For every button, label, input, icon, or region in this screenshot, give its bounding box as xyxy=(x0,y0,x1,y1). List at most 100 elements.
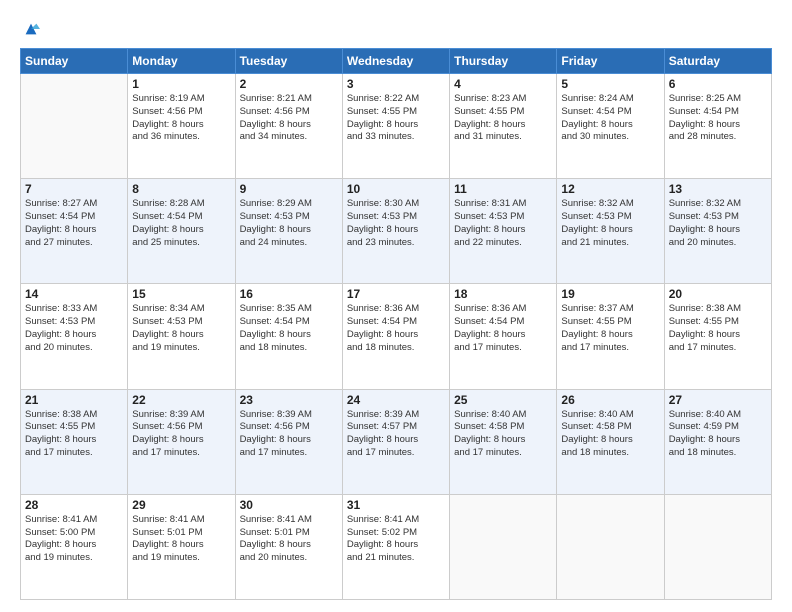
calendar-cell: 19Sunrise: 8:37 AM Sunset: 4:55 PM Dayli… xyxy=(557,284,664,389)
calendar-cell: 4 Sunrise: 8:23 AM Sunset: 4:55 PM Daylig… xyxy=(450,74,557,179)
calendar-cell xyxy=(450,494,557,599)
calendar-cell: 3 Sunrise: 8:22 AM Sunset: 4:55 PM Daylig… xyxy=(342,74,449,179)
day-number: 25 xyxy=(454,393,552,407)
cell-info: Sunrise: 8:39 AM Sunset: 4:57 PM Dayligh… xyxy=(347,409,445,460)
calendar-header-row: SundayMondayTuesdayWednesdayThursdayFrid… xyxy=(21,49,772,74)
cell-info: Sunrise: 8:21 AM Sunset: 4:56 PM Dayligh… xyxy=(240,93,338,144)
cell-info: Sunrise: 8:36 AM Sunset: 4:54 PM Dayligh… xyxy=(347,303,445,354)
calendar-cell: 26 Sunrise: 8:40 AM Sunset: 4:58 PM Dayli… xyxy=(557,389,664,494)
calendar-week-row: 1 Sunrise: 8:19 AM Sunset: 4:56 PM Daylig… xyxy=(21,74,772,179)
page: SundayMondayTuesdayWednesdayThursdayFrid… xyxy=(0,0,792,612)
day-number: 29 xyxy=(132,498,230,512)
calendar-cell: 2 Sunrise: 8:21 AM Sunset: 4:56 PM Daylig… xyxy=(235,74,342,179)
day-number: 21 xyxy=(25,393,123,407)
day-number: 18 xyxy=(454,287,552,301)
cell-info: Sunrise: 8:39 AM Sunset: 4:56 PM Dayligh… xyxy=(240,409,338,460)
day-number: 13 xyxy=(669,182,767,196)
cell-info: Sunrise: 8:39 AM Sunset: 4:56 PM Dayligh… xyxy=(132,409,230,460)
day-number: 23 xyxy=(240,393,338,407)
calendar-cell: 16Sunrise: 8:35 AM Sunset: 4:54 PM Dayli… xyxy=(235,284,342,389)
day-number: 20 xyxy=(669,287,767,301)
cell-info: Sunrise: 8:41 AM Sunset: 5:00 PM Dayligh… xyxy=(25,514,123,565)
cell-info: Sunrise: 8:23 AM Sunset: 4:55 PM Dayligh… xyxy=(454,93,552,144)
day-number: 12 xyxy=(561,182,659,196)
calendar-week-row: 7Sunrise: 8:27 AM Sunset: 4:54 PM Daylig… xyxy=(21,179,772,284)
cell-info: Sunrise: 8:35 AM Sunset: 4:54 PM Dayligh… xyxy=(240,303,338,354)
day-number: 24 xyxy=(347,393,445,407)
cell-info: Sunrise: 8:24 AM Sunset: 4:54 PM Dayligh… xyxy=(561,93,659,144)
calendar-cell: 15 Sunrise: 8:34 AM Sunset: 4:53 PM Dayli… xyxy=(128,284,235,389)
calendar-header-thursday: Thursday xyxy=(450,49,557,74)
day-number: 14 xyxy=(25,287,123,301)
cell-info: Sunrise: 8:41 AM Sunset: 5:02 PM Dayligh… xyxy=(347,514,445,565)
calendar-table: SundayMondayTuesdayWednesdayThursdayFrid… xyxy=(20,48,772,600)
logo-icon xyxy=(22,20,40,38)
calendar-cell: 5 Sunrise: 8:24 AM Sunset: 4:54 PM Daylig… xyxy=(557,74,664,179)
day-number: 3 xyxy=(347,77,445,91)
calendar-cell: 30Sunrise: 8:41 AM Sunset: 5:01 PM Dayli… xyxy=(235,494,342,599)
calendar-cell: 22 Sunrise: 8:39 AM Sunset: 4:56 PM Dayli… xyxy=(128,389,235,494)
cell-info: Sunrise: 8:40 AM Sunset: 4:58 PM Dayligh… xyxy=(454,409,552,460)
cell-info: Sunrise: 8:40 AM Sunset: 4:58 PM Dayligh… xyxy=(561,409,659,460)
day-number: 17 xyxy=(347,287,445,301)
calendar-cell: 29Sunrise: 8:41 AM Sunset: 5:01 PM Dayli… xyxy=(128,494,235,599)
cell-info: Sunrise: 8:33 AM Sunset: 4:53 PM Dayligh… xyxy=(25,303,123,354)
calendar-cell: 14 Sunrise: 8:33 AM Sunset: 4:53 PM Dayli… xyxy=(21,284,128,389)
cell-info: Sunrise: 8:32 AM Sunset: 4:53 PM Dayligh… xyxy=(561,198,659,249)
day-number: 4 xyxy=(454,77,552,91)
calendar-header-tuesday: Tuesday xyxy=(235,49,342,74)
cell-info: Sunrise: 8:34 AM Sunset: 4:53 PM Dayligh… xyxy=(132,303,230,354)
calendar-cell: 1 Sunrise: 8:19 AM Sunset: 4:56 PM Daylig… xyxy=(128,74,235,179)
calendar-cell: 7Sunrise: 8:27 AM Sunset: 4:54 PM Daylig… xyxy=(21,179,128,284)
calendar-cell: 20 Sunrise: 8:38 AM Sunset: 4:55 PM Dayli… xyxy=(664,284,771,389)
day-number: 10 xyxy=(347,182,445,196)
day-number: 22 xyxy=(132,393,230,407)
calendar-header-sunday: Sunday xyxy=(21,49,128,74)
calendar-cell xyxy=(21,74,128,179)
cell-info: Sunrise: 8:19 AM Sunset: 4:56 PM Dayligh… xyxy=(132,93,230,144)
cell-info: Sunrise: 8:37 AM Sunset: 4:55 PM Dayligh… xyxy=(561,303,659,354)
cell-info: Sunrise: 8:22 AM Sunset: 4:55 PM Dayligh… xyxy=(347,93,445,144)
day-number: 26 xyxy=(561,393,659,407)
cell-info: Sunrise: 8:29 AM Sunset: 4:53 PM Dayligh… xyxy=(240,198,338,249)
calendar-cell xyxy=(664,494,771,599)
day-number: 28 xyxy=(25,498,123,512)
calendar-header-monday: Monday xyxy=(128,49,235,74)
cell-info: Sunrise: 8:38 AM Sunset: 4:55 PM Dayligh… xyxy=(25,409,123,460)
day-number: 2 xyxy=(240,77,338,91)
calendar-cell: 11 Sunrise: 8:31 AM Sunset: 4:53 PM Dayli… xyxy=(450,179,557,284)
calendar-cell: 27Sunrise: 8:40 AM Sunset: 4:59 PM Dayli… xyxy=(664,389,771,494)
cell-info: Sunrise: 8:25 AM Sunset: 4:54 PM Dayligh… xyxy=(669,93,767,144)
day-number: 31 xyxy=(347,498,445,512)
cell-info: Sunrise: 8:31 AM Sunset: 4:53 PM Dayligh… xyxy=(454,198,552,249)
calendar-header-wednesday: Wednesday xyxy=(342,49,449,74)
calendar-cell: 24 Sunrise: 8:39 AM Sunset: 4:57 PM Dayli… xyxy=(342,389,449,494)
calendar-cell: 25 Sunrise: 8:40 AM Sunset: 4:58 PM Dayli… xyxy=(450,389,557,494)
day-number: 30 xyxy=(240,498,338,512)
calendar-cell: 18Sunrise: 8:36 AM Sunset: 4:54 PM Dayli… xyxy=(450,284,557,389)
calendar-cell: 10Sunrise: 8:30 AM Sunset: 4:53 PM Dayli… xyxy=(342,179,449,284)
calendar-cell: 31 Sunrise: 8:41 AM Sunset: 5:02 PM Dayli… xyxy=(342,494,449,599)
day-number: 1 xyxy=(132,77,230,91)
day-number: 27 xyxy=(669,393,767,407)
cell-info: Sunrise: 8:27 AM Sunset: 4:54 PM Dayligh… xyxy=(25,198,123,249)
calendar-cell: 13 Sunrise: 8:32 AM Sunset: 4:53 PM Dayli… xyxy=(664,179,771,284)
logo xyxy=(20,18,40,38)
calendar-cell: 8Sunrise: 8:28 AM Sunset: 4:54 PM Daylig… xyxy=(128,179,235,284)
calendar-cell: 23 Sunrise: 8:39 AM Sunset: 4:56 PM Dayli… xyxy=(235,389,342,494)
cell-info: Sunrise: 8:38 AM Sunset: 4:55 PM Dayligh… xyxy=(669,303,767,354)
calendar-cell: 21 Sunrise: 8:38 AM Sunset: 4:55 PM Dayli… xyxy=(21,389,128,494)
cell-info: Sunrise: 8:28 AM Sunset: 4:54 PM Dayligh… xyxy=(132,198,230,249)
day-number: 15 xyxy=(132,287,230,301)
calendar-cell: 28 Sunrise: 8:41 AM Sunset: 5:00 PM Dayli… xyxy=(21,494,128,599)
cell-info: Sunrise: 8:32 AM Sunset: 4:53 PM Dayligh… xyxy=(669,198,767,249)
calendar-cell: 17 Sunrise: 8:36 AM Sunset: 4:54 PM Dayli… xyxy=(342,284,449,389)
day-number: 6 xyxy=(669,77,767,91)
day-number: 5 xyxy=(561,77,659,91)
calendar-cell xyxy=(557,494,664,599)
calendar-header-friday: Friday xyxy=(557,49,664,74)
calendar-cell: 9Sunrise: 8:29 AM Sunset: 4:53 PM Daylig… xyxy=(235,179,342,284)
calendar-cell: 12 Sunrise: 8:32 AM Sunset: 4:53 PM Dayli… xyxy=(557,179,664,284)
header xyxy=(20,18,772,38)
day-number: 11 xyxy=(454,182,552,196)
